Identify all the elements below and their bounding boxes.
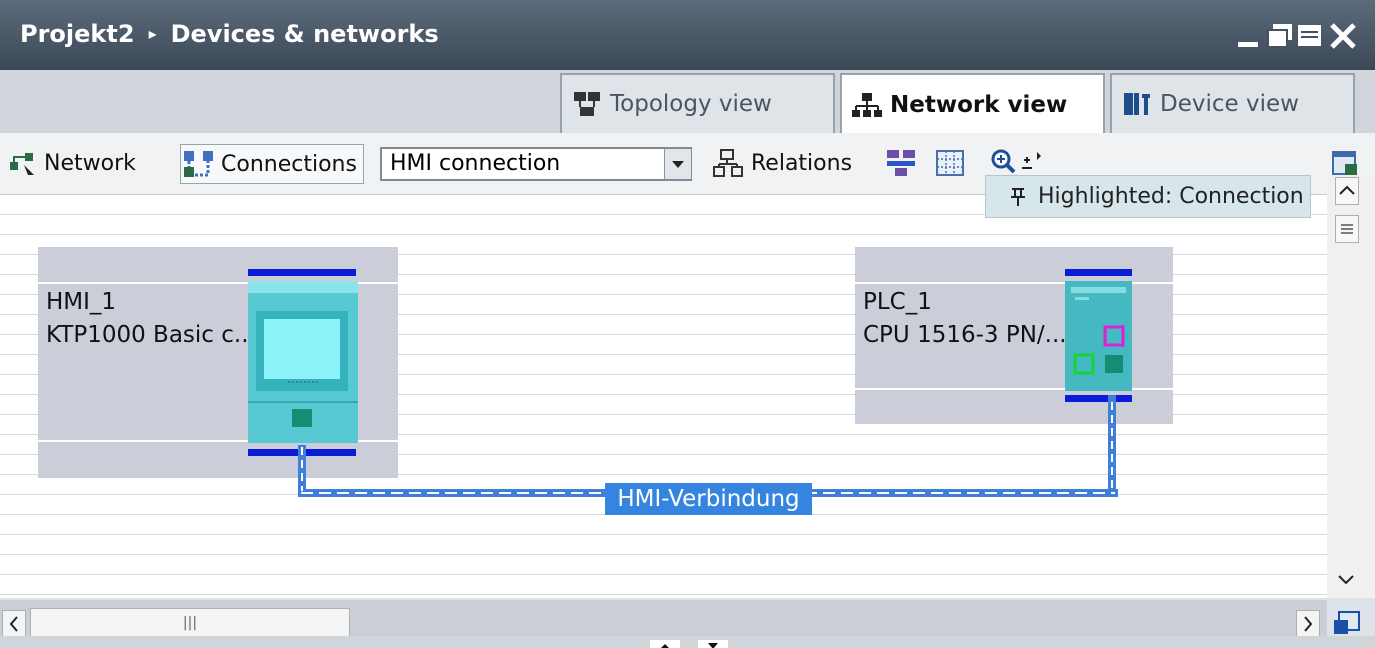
overview-navigation-icon <box>1334 611 1360 634</box>
close-button[interactable] <box>1326 18 1360 52</box>
tab-label: Topology view <box>610 91 772 117</box>
profinet-bus-line[interactable] <box>248 269 356 276</box>
hmi-device-name: HMI_1 <box>46 289 117 315</box>
bottom-splitter[interactable] <box>0 636 1375 648</box>
plc-cpu-icon[interactable] <box>1065 281 1132 391</box>
connection-dash <box>1111 402 1113 491</box>
network-mode-icon <box>10 153 34 175</box>
tab-network-view[interactable]: Network view <box>840 73 1105 135</box>
scroll-thumb[interactable]: ||| <box>30 608 350 638</box>
hmi-device-type: KTP1000 Basic c... <box>46 322 256 348</box>
properties-panel-button[interactable] <box>1330 148 1360 178</box>
splitter-handle[interactable] <box>1335 215 1359 243</box>
network-overview-icon <box>887 150 915 176</box>
tooltip-text: Highlighted: Connection <box>1038 184 1304 209</box>
topology-view-icon <box>574 92 600 116</box>
plc-device-name: PLC_1 <box>863 289 932 315</box>
connections-button[interactable]: Connections <box>180 144 364 184</box>
float-button[interactable] <box>1263 18 1297 52</box>
chevron-up-icon <box>1339 185 1355 195</box>
connection-type-value: HMI connection <box>390 151 561 176</box>
relations-button[interactable]: Relations <box>713 148 852 178</box>
maximize-button[interactable] <box>1293 18 1327 52</box>
panel-toggle-icon <box>1332 151 1357 175</box>
relations-label: Relations <box>751 150 853 176</box>
plc-device-type: CPU 1516-3 PN/... <box>863 322 1067 348</box>
window-title: Projekt2 ▸ Devices & networks <box>20 20 439 48</box>
network-button[interactable]: Network <box>8 148 136 178</box>
scroll-left-button[interactable] <box>2 610 26 638</box>
scroll-down-button[interactable] <box>1335 566 1359 594</box>
connection-dash <box>301 447 303 491</box>
tab-topology-view[interactable]: Topology view <box>560 73 835 133</box>
network-canvas[interactable]: HMI_1 KTP1000 Basic c... PLC_1 CPU 1516-… <box>0 195 1327 598</box>
network-label: Network <box>44 150 136 176</box>
section-name: Devices & networks <box>170 20 439 48</box>
chevron-left-icon <box>9 616 18 632</box>
profinet-bus-line[interactable] <box>1065 269 1132 276</box>
profinet-bus-line[interactable] <box>1065 395 1132 402</box>
splitter-arrows-icon <box>650 640 728 648</box>
pin-icon[interactable] <box>1008 185 1028 209</box>
devices-networks-window: Projekt2 ▸ Devices & networks Topology vie… <box>0 0 1375 648</box>
tab-label: Network view <box>890 92 1068 118</box>
grid-icon <box>936 150 964 176</box>
minimize-button[interactable] <box>1233 18 1267 52</box>
connection-type-select[interactable]: HMI connection <box>380 147 692 181</box>
hmi-panel-icon[interactable] <box>248 281 358 443</box>
grid-view-button[interactable] <box>935 148 965 178</box>
scroll-right-button[interactable] <box>1296 610 1320 638</box>
zoom-in-icon <box>991 149 1041 174</box>
device-view-icon <box>1124 93 1150 115</box>
highlight-tooltip: Highlighted: Connection <box>985 175 1311 218</box>
chevron-down-icon <box>672 161 684 168</box>
relations-icon <box>713 149 743 177</box>
network-view-icon <box>852 93 882 117</box>
connections-label: Connections <box>221 151 357 177</box>
breadcrumb-arrow: ▸ <box>148 24 157 43</box>
title-bar: Projekt2 ▸ Devices & networks <box>0 0 1375 70</box>
connection-type-dropdown-button[interactable] <box>664 149 691 179</box>
project-name: Projekt2 <box>20 20 135 48</box>
network-overview-button[interactable] <box>885 148 917 178</box>
menu-lines-icon <box>1341 224 1353 234</box>
tab-device-view[interactable]: Device view <box>1110 73 1355 133</box>
chevron-right-icon <box>1304 616 1313 632</box>
connection-label[interactable]: HMI-Verbindung <box>605 483 812 515</box>
vertical-scrollbar[interactable] <box>1327 175 1375 598</box>
chevron-down-icon <box>1338 575 1354 585</box>
zoom-button[interactable] <box>990 148 1042 178</box>
tab-label: Device view <box>1160 91 1299 117</box>
connections-icon <box>184 151 213 177</box>
scroll-up-button[interactable] <box>1335 177 1359 205</box>
